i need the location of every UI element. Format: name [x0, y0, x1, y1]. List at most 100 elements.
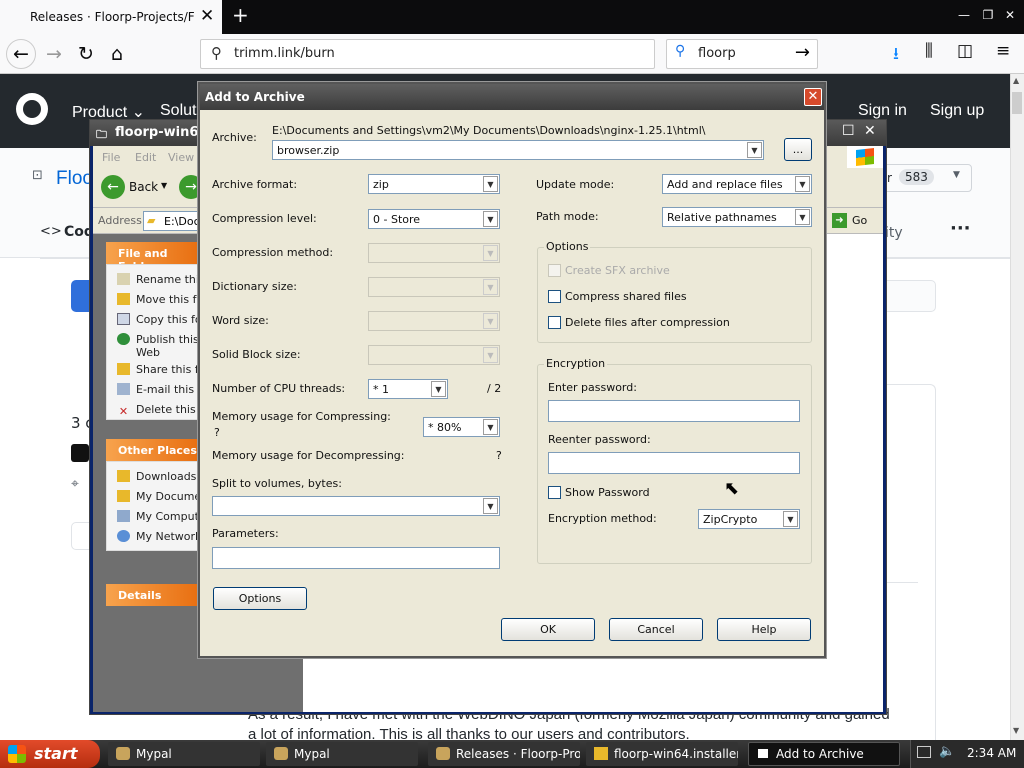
- split-volumes-combo[interactable]: ▼: [212, 496, 500, 516]
- task-rename[interactable]: Rename this: [117, 273, 199, 286]
- tasks-header[interactable]: File and Folder: [106, 242, 200, 273]
- chevron-down-icon[interactable]: ▼: [783, 511, 798, 527]
- update-mode-select[interactable]: Add and replace files ▼: [662, 174, 812, 194]
- download-icon[interactable]: ⭳: [893, 41, 899, 70]
- taskbar-item-add-to-archive[interactable]: Add to Archive: [748, 742, 900, 766]
- tasks-panel: Rename this Move this fo Copy this fo Pu…: [106, 264, 200, 420]
- tab-activity[interactable]: ity: [885, 225, 903, 241]
- compress-shared-checkbox[interactable]: Compress shared files: [548, 290, 687, 303]
- url-bar[interactable]: ⚲ trimm.link/burn: [200, 39, 655, 69]
- maximize-icon[interactable]: ☐: [842, 123, 855, 139]
- cpu-threads-select[interactable]: * 1 ▼: [368, 379, 448, 399]
- scroll-up-icon[interactable]: ▲: [1013, 76, 1019, 85]
- task-publish-web[interactable]: Web: [117, 346, 199, 359]
- chevron-down-icon[interactable]: ▼: [483, 176, 498, 192]
- go-button[interactable]: ➜ Go: [830, 211, 876, 231]
- page-scrollbar[interactable]: ▲ ▼: [1010, 74, 1024, 740]
- chevron-down-icon[interactable]: ▼: [483, 419, 498, 435]
- address-input[interactable]: ▰ E:\Docu: [143, 211, 203, 231]
- show-password-checkbox[interactable]: Show Password: [548, 486, 650, 499]
- sign-in-link[interactable]: Sign in: [858, 102, 907, 120]
- chevron-down-icon[interactable]: ▼: [431, 381, 446, 397]
- back-arrow-icon[interactable]: ←: [6, 39, 36, 69]
- details-header[interactable]: Details: [106, 584, 200, 606]
- reload-icon[interactable]: ↻: [72, 41, 100, 67]
- chevron-down-icon[interactable]: ▼: [953, 170, 960, 180]
- repo-name[interactable]: Floo: [56, 168, 93, 190]
- place-my-network[interactable]: My Network: [117, 530, 199, 543]
- cpu-threads-value: * 1: [373, 383, 389, 396]
- place-downloads[interactable]: Downloads: [117, 470, 199, 483]
- more-icon[interactable]: ···: [950, 218, 971, 239]
- scroll-down-icon[interactable]: ▼: [1013, 726, 1019, 735]
- close-icon[interactable]: ✕: [864, 123, 876, 139]
- minimize-button[interactable]: —: [954, 8, 974, 22]
- close-icon[interactable]: ✕: [804, 88, 822, 106]
- browse-button[interactable]: ...: [784, 138, 812, 161]
- task-share[interactable]: Share this fo: [117, 363, 199, 376]
- back-dropdown-icon[interactable]: ▼: [161, 181, 167, 190]
- keyboard-icon[interactable]: [917, 746, 931, 758]
- delete-after-checkbox[interactable]: Delete files after compression: [548, 316, 730, 329]
- close-window-button[interactable]: ✕: [1000, 8, 1020, 22]
- chevron-down-icon[interactable]: ▼: [483, 211, 498, 227]
- options-group-caption: Options: [544, 240, 591, 253]
- task-copy[interactable]: Copy this fo: [117, 313, 199, 326]
- archive-format-value: zip: [373, 178, 389, 191]
- password-input[interactable]: [548, 400, 800, 422]
- place-my-documents[interactable]: My Documen: [117, 490, 199, 503]
- home-icon[interactable]: ⌂: [103, 41, 131, 67]
- library-icon[interactable]: ⫼: [925, 41, 933, 61]
- volume-icon[interactable]: 🔈: [939, 744, 955, 759]
- chevron-down-icon[interactable]: ▼: [483, 498, 498, 514]
- github-logo-icon[interactable]: [16, 93, 48, 125]
- place-my-computer[interactable]: My Compute: [117, 510, 199, 523]
- help-button[interactable]: Help: [717, 618, 811, 641]
- sidebar-icon[interactable]: ◫: [957, 41, 973, 61]
- path-mode-select[interactable]: Relative pathnames ▼: [662, 207, 812, 227]
- encryption-method-select[interactable]: ZipCrypto ▼: [698, 509, 800, 529]
- archive-name-combo[interactable]: browser.zip ▼: [272, 140, 764, 160]
- back-icon[interactable]: ←: [101, 175, 125, 199]
- task-email[interactable]: E-mail this fi: [117, 383, 199, 396]
- browser-tab[interactable]: Releases · Floorp-Projects/Floorp ✕: [0, 0, 222, 34]
- menu-edit[interactable]: Edit: [135, 151, 156, 164]
- scrollbar-thumb[interactable]: [1012, 92, 1022, 114]
- taskbar-item-mypal[interactable]: Mypal: [266, 742, 418, 766]
- archive-format-select[interactable]: zip ▼: [368, 174, 500, 194]
- restore-button[interactable]: ❐: [978, 8, 998, 22]
- forward-arrow-icon[interactable]: →: [40, 41, 68, 67]
- task-publish[interactable]: Publish this: [117, 333, 199, 346]
- solid-label: Solid Block size:: [212, 348, 301, 361]
- taskbar-item-releases[interactable]: Releases · Floorp-Pro...: [428, 742, 580, 766]
- parameters-input[interactable]: [212, 547, 500, 569]
- ok-button[interactable]: OK: [501, 618, 595, 641]
- nav-solutions[interactable]: Solut: [160, 102, 196, 120]
- sign-up-link[interactable]: Sign up: [930, 102, 984, 120]
- back-label[interactable]: Back: [129, 180, 158, 194]
- reenter-password-input[interactable]: [548, 452, 800, 474]
- dialog-titlebar[interactable]: Add to Archive ✕: [200, 84, 824, 110]
- new-tab-button[interactable]: +: [232, 3, 249, 27]
- other-places-header[interactable]: Other Places: [106, 439, 200, 461]
- options-button[interactable]: Options: [213, 587, 307, 610]
- compression-level-select[interactable]: 0 - Store ▼: [368, 209, 500, 229]
- search-go-icon[interactable]: →: [795, 42, 810, 63]
- menu-file[interactable]: File: [102, 151, 120, 164]
- filter-input[interactable]: [880, 280, 936, 312]
- task-move[interactable]: Move this fo: [117, 293, 199, 306]
- menu-view[interactable]: View: [168, 151, 194, 164]
- task-delete[interactable]: ✕Delete this fi: [117, 403, 199, 418]
- chevron-down-icon[interactable]: ▼: [747, 142, 762, 158]
- chevron-down-icon[interactable]: ▼: [795, 209, 810, 225]
- taskbar-item-explorer[interactable]: floorp-win64.installer: [586, 742, 738, 766]
- taskbar-item-mypal[interactable]: Mypal: [108, 742, 260, 766]
- chevron-down-icon[interactable]: ▼: [795, 176, 810, 192]
- start-button[interactable]: start: [0, 740, 100, 768]
- menu-icon[interactable]: ≡: [996, 41, 1010, 61]
- cancel-button[interactable]: Cancel: [609, 618, 703, 641]
- search-bar[interactable]: ⚲ floorp →: [666, 39, 818, 69]
- tab-close-icon[interactable]: ✕: [200, 6, 214, 26]
- memory-usage-select[interactable]: * 80% ▼: [423, 417, 500, 437]
- windows-flag-icon: [8, 745, 26, 763]
